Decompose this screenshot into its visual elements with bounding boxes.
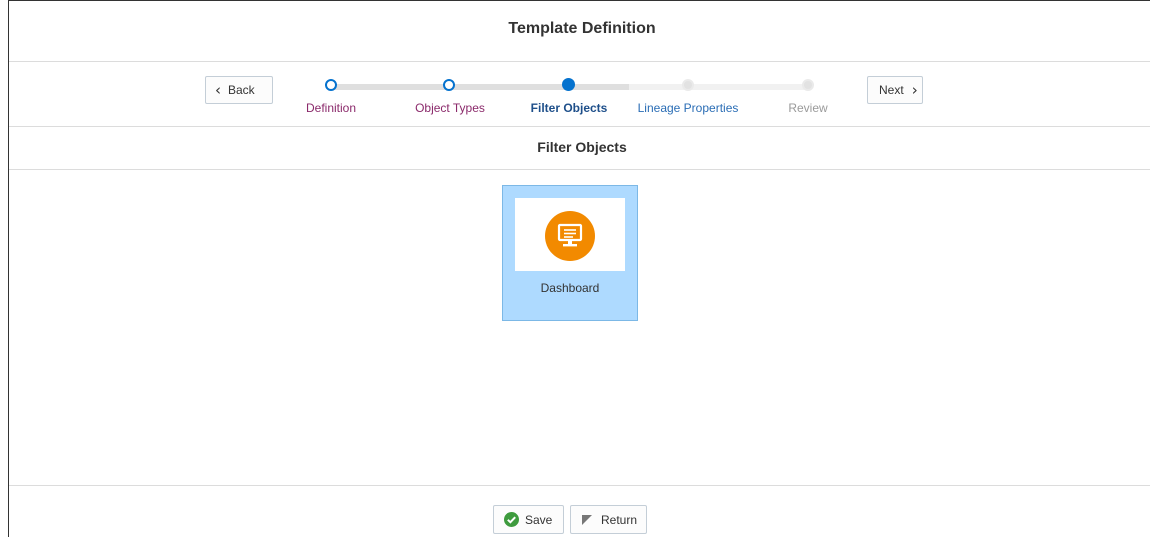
page-title: Template Definition [9,1,1150,62]
section-title: Filter Objects [9,127,1150,170]
train-stop-review [802,79,814,91]
train-stop-definition[interactable] [325,79,337,91]
back-button[interactable]: ‹ Back [205,76,273,104]
return-arrow-icon [581,514,593,526]
save-button[interactable]: Save [493,505,564,534]
next-button-label: Next [879,83,904,97]
check-circle-icon [504,512,519,527]
object-tile-dashboard[interactable]: Dashboard [502,185,638,321]
train-stop-lineage-properties[interactable] [682,79,694,91]
step-train: ‹ Back Definition Object Types Filter Ob… [9,62,1150,127]
monitor-icon [545,211,595,261]
train-track-completed [331,84,629,90]
tile-icon-area [515,198,625,271]
chevron-right-icon: › [911,80,918,99]
train-track-remaining [629,84,809,90]
save-button-label: Save [525,512,553,527]
train-label-filter-objects: Filter Objects [530,101,608,115]
train-label-definition[interactable]: Definition [306,101,356,115]
train-label-object-types[interactable]: Object Types [415,101,485,115]
train-label-review: Review [788,101,828,115]
footer-toolbar: Save Return [9,485,1150,539]
return-button[interactable]: Return [570,505,647,534]
chevron-left-icon: ‹ [215,80,221,99]
return-button-label: Return [601,512,638,527]
train-label-lineage-properties[interactable]: Lineage Properties [638,101,739,115]
tile-label: Dashboard [540,281,600,295]
template-definition-panel: Template Definition ‹ Back Definition Ob… [8,0,1150,537]
train-stop-filter-objects [562,78,575,91]
back-button-label: Back [228,83,255,97]
next-button[interactable]: Next › [867,76,923,104]
train-stop-object-types[interactable] [443,79,455,91]
